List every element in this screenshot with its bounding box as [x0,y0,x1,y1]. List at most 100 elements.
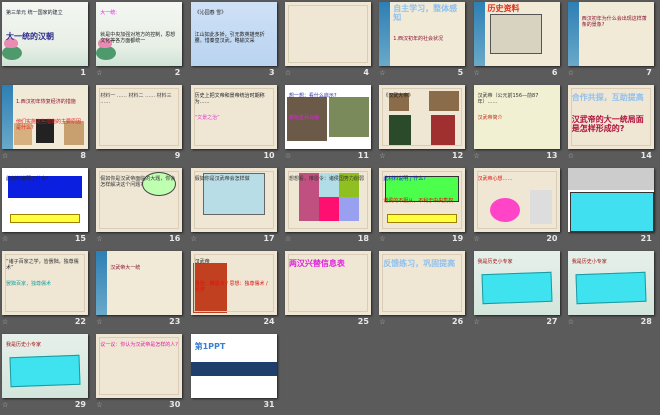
slide-text: 想想看，推恩令：诸侯国势力削弱 [288,176,364,182]
slide-thumbnail-5[interactable]: 自主学习，整体感知 1.西汉初年的社会状况 ☆ 5 [377,0,471,83]
slide-text: 1.西汉初年的社会状况 [393,36,443,42]
slide-number: 16 [169,234,181,243]
slide-thumbnail-25[interactable]: 两汉兴替信息表 25 [283,249,377,332]
slide-thumbnail-6[interactable]: 历史资料 ☆ 6 [472,0,566,83]
slide-preview[interactable]: 假如你是汉武帝会怎样做 [190,168,277,232]
slide-text: 《沁园春 雪》 [194,10,227,16]
slide-transition-icon[interactable]: ☆ [474,69,480,77]
slide-thumbnail-11[interactable]: 想一想：看什么启示? 秦始皇兵马俑 ☆ 11 [283,83,377,166]
slide-preview[interactable]: 想想看，推恩令：诸侯国势力削弱 [284,168,371,232]
slide-preview[interactable]: 想一想：看什么启示? 秦始皇兵马俑 [284,85,371,149]
slide-thumbnail-24[interactable]: 汉武帝 政治：推恩令 / 思想：独尊儒术 / 经济 24 [189,249,283,332]
slide-thumbnail-29[interactable]: 我是历史小专家 ☆ 29 [0,332,94,415]
slide-number: 14 [640,151,652,160]
slide-text: 他们实施这些措施的主要原因是什么? [16,119,82,131]
slide-thumbnail-19[interactable]: 此材料说明了什么? 诸侯的不服从，不利于中央集权 ☆ 19 [377,166,471,249]
slide-number: 4 [363,68,369,77]
slide-thumbnail-23[interactable]: 汉武帝大一统 ☆ 23 [94,249,188,332]
slide-transition-icon[interactable]: ☆ [2,235,8,243]
slide-transition-icon[interactable]: ☆ [96,401,102,409]
slide-preview[interactable]: 合作共探，互助提高 汉武帝的大一统局面是怎样形成的? [567,85,654,149]
slide-preview[interactable]: 汉武帝（公元前156—前87年）…… 汉武帝简介 [473,85,560,149]
slide-thumbnail-26[interactable]: 反馈练习，巩固提高 ☆ 26 [377,249,471,332]
slide-transition-icon[interactable]: ☆ [379,152,385,160]
slide-transition-icon[interactable]: ☆ [568,152,574,160]
slide-text: 《汉武大帝》 [383,93,414,99]
slide-text: 第三单元 统一国家的建立 [6,10,63,16]
slide-preview[interactable]: 我是历史小专家 [567,251,654,315]
slide-preview[interactable]: 两汉兴替信息表 [284,251,371,315]
slide-thumbnail-14[interactable]: 合作共探，互助提高 汉武帝的大一统局面是怎样形成的? ☆ 14 [566,83,660,166]
slide-thumbnail-16[interactable]: 假如你是汉武帝面临的大题，你会怎样解决这个问题? ☆ 16 [94,166,188,249]
slide-transition-icon[interactable]: ☆ [285,152,291,160]
slide-text: 议一议：你认为汉武帝是怎样的人? [100,342,178,348]
slide-transition-icon[interactable]: ☆ [568,69,574,77]
slide-preview[interactable]: 历史上把文帝和景帝统治时期称为…… “文景之治” [190,85,277,149]
slide-preview[interactable]: 议一议：你认为汉武帝是怎样的人? [96,334,183,398]
slide-preview[interactable]: 汉武帝大一统 [96,251,183,315]
slide-text: 材料一 …… 材料二 …… 材料三 …… [100,93,172,105]
slide-preview[interactable]: 第1PPT [190,334,277,398]
slide-thumbnail-8[interactable]: 1.西汉初年恢复经济的措施 他们实施这些措施的主要原因是什么? ☆ 8 [0,83,94,166]
slide-transition-icon[interactable]: ☆ [379,69,385,77]
slide-text: 想一想：看什么启示? [288,93,337,99]
slide-thumbnail-20[interactable]: 汉武帝心想…… ☆ 20 [472,166,566,249]
slide-transition-icon[interactable]: ☆ [379,235,385,243]
slide-transition-icon[interactable]: ☆ [2,401,8,409]
slide-thumbnail-2[interactable]: 大一统: 就是中央加强对地方的控制，思想文化等各方面都统一 ☆ 2 [94,0,188,83]
slide-preview[interactable]: 《沁园春 雪》 江山如此多娇，引无数英雄竞折腰。惜秦皇汉武，略输文采 [190,2,277,66]
slide-transition-icon[interactable]: ☆ [474,318,480,326]
slide-preview[interactable]: 第三单元 统一国家的建立 大一统的汉朝 [2,2,88,66]
slide-thumbnail-9[interactable]: 材料一 …… 材料二 …… 材料三 …… 9 [94,83,188,166]
slide-preview[interactable]: 汉武帝 政治：推恩令 / 思想：独尊儒术 / 经济 [190,251,277,315]
slide-thumbnail-28[interactable]: 我是历史小专家 ☆ 28 [566,249,660,332]
slide-transition-icon[interactable]: ☆ [474,152,480,160]
slide-thumbnail-30[interactable]: 议一议：你认为汉武帝是怎样的人? ☆ 30 [94,332,188,415]
slide-thumbnail-1[interactable]: 第三单元 统一国家的建立 大一统的汉朝 1 [0,0,94,83]
slide-thumbnail-15[interactable]: 此材料说明了什么? ☆ 15 [0,166,94,249]
slide-preview[interactable]: 此材料说明了什么? 诸侯的不服从，不利于中央集权 [379,168,466,232]
slide-text: 秦始皇兵马俑 [288,115,319,121]
slide-transition-icon[interactable]: ☆ [2,318,8,326]
slide-thumbnail-3[interactable]: 《沁园春 雪》 江山如此多娇，引无数英雄竞折腰。惜秦皇汉武，略输文采 3 [189,0,283,83]
slide-preview[interactable]: 1.西汉初年恢复经济的措施 他们实施这些措施的主要原因是什么? [2,85,88,149]
slide-transition-icon[interactable]: ☆ [285,235,291,243]
slide-preview[interactable]: 历史资料 [473,2,560,66]
slide-number: 6 [551,68,558,77]
slide-transition-icon[interactable]: ☆ [96,318,102,326]
slide-preview[interactable]: “诸子百家之学，皆罢黜，独尊儒术” 罢黜百家，独尊儒术 [2,251,88,315]
slide-thumbnail-22[interactable]: “诸子百家之学，皆罢黜，独尊儒术” 罢黜百家，独尊儒术 ☆ 22 [0,249,94,332]
slide-transition-icon[interactable]: ☆ [568,318,574,326]
slide-transition-icon[interactable]: ☆ [474,235,480,243]
slide-thumbnail-18[interactable]: 想想看，推恩令：诸侯国势力削弱 ☆ 18 [283,166,377,249]
slide-preview[interactable]: 此材料说明了什么? [2,168,88,232]
slide-thumbnail-7[interactable]: 西汉初年为什么会出现这样萧条的景象? ☆ 7 [566,0,660,83]
slide-preview[interactable]: 我是历史小专家 [473,251,560,315]
slide-thumbnail-17[interactable]: 假如你是汉武帝会怎样做 ☆ 17 [189,166,283,249]
slide-thumbnail-12[interactable]: 《汉武大帝》 ☆ 12 [377,83,471,166]
slide-preview[interactable]: 我是历史小专家 [2,334,88,398]
slide-thumbnail-21[interactable]: 21 [566,166,660,249]
slide-preview[interactable]: 自主学习，整体感知 1.西汉初年的社会状况 [379,2,466,66]
slide-number: 21 [640,234,652,243]
slide-preview[interactable] [284,2,371,66]
slide-transition-icon[interactable]: ☆ [285,69,291,77]
slide-preview[interactable]: 反馈练习，巩固提高 [379,251,466,315]
slide-thumbnail-4[interactable]: ☆ 4 [283,0,377,83]
slide-preview[interactable]: 大一统: 就是中央加强对地方的控制，思想文化等各方面都统一 [96,2,183,66]
slide-preview[interactable]: 《汉武大帝》 [379,85,466,149]
slide-transition-icon[interactable]: ☆ [2,152,8,160]
slide-thumbnail-31[interactable]: 第1PPT 31 [189,332,283,415]
slide-preview[interactable]: 汉武帝心想…… [473,168,560,232]
slide-thumbnail-13[interactable]: 汉武帝（公元前156—前87年）…… 汉武帝简介 ☆ 13 [472,83,566,166]
slide-thumbnail-10[interactable]: 历史上把文帝和景帝统治时期称为…… “文景之治” 10 [189,83,283,166]
slide-preview[interactable]: 西汉初年为什么会出现这样萧条的景象? [567,2,654,66]
slide-preview[interactable]: 材料一 …… 材料二 …… 材料三 …… [96,85,183,149]
slide-transition-icon[interactable]: ☆ [96,235,102,243]
slide-transition-icon[interactable]: ☆ [96,69,102,77]
slide-transition-icon[interactable]: ☆ [191,235,197,243]
slide-transition-icon[interactable]: ☆ [379,318,385,326]
slide-preview[interactable] [567,168,654,232]
slide-thumbnail-27[interactable]: 我是历史小专家 ☆ 27 [472,249,566,332]
slide-preview[interactable]: 假如你是汉武帝面临的大题，你会怎样解决这个问题? [96,168,183,232]
